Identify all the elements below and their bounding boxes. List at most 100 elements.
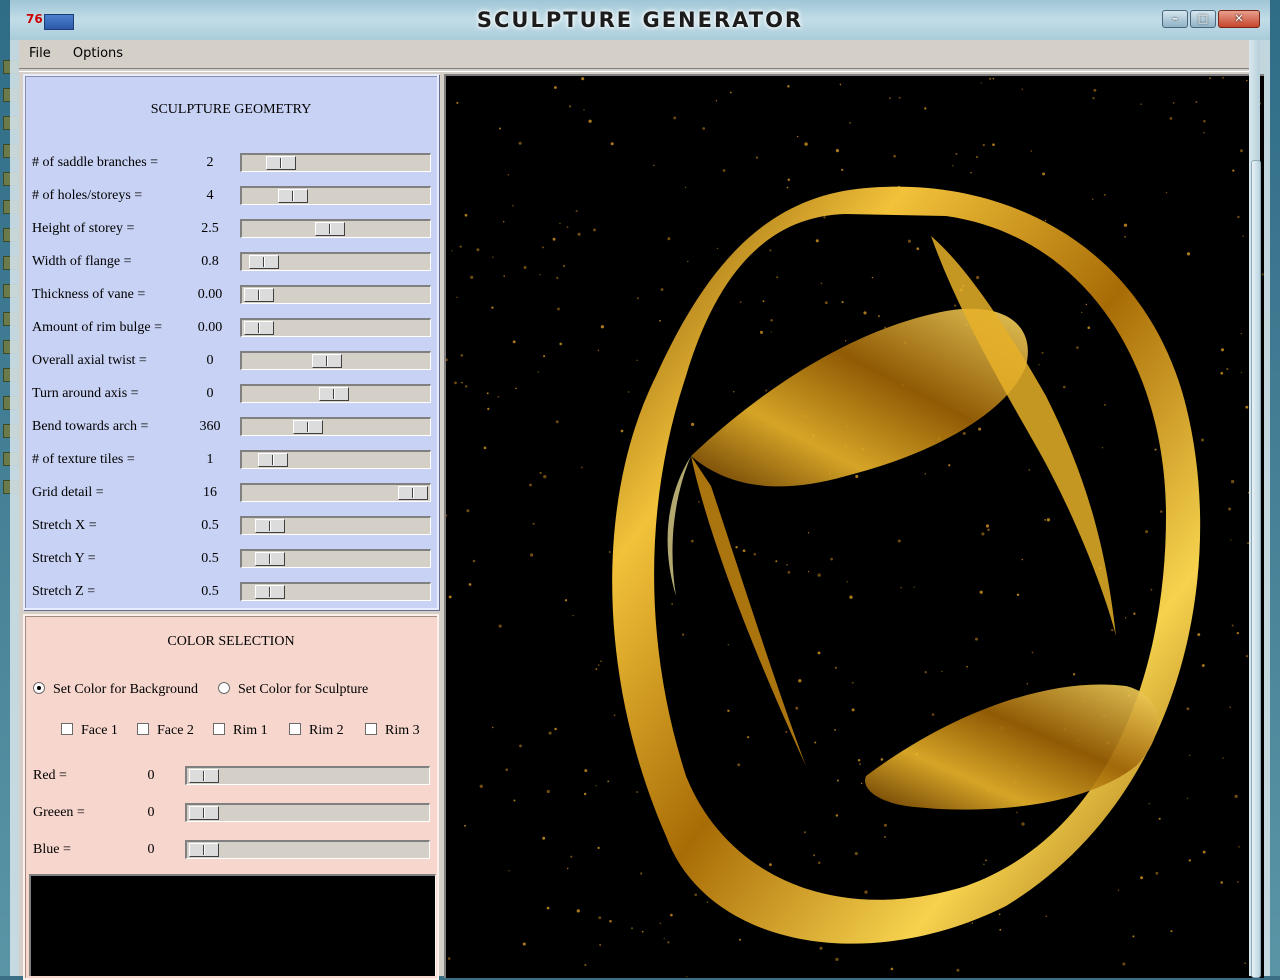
star: [600, 325, 605, 329]
slider-track[interactable]: [240, 285, 431, 304]
slider-thumb[interactable]: [254, 519, 285, 533]
radio-set-color-sculpture[interactable]: Set Color for Sculpture: [218, 682, 368, 698]
star: [698, 501, 700, 503]
star: [841, 168, 844, 172]
star: [742, 549, 746, 553]
slider-track[interactable]: [240, 417, 431, 436]
star: [981, 532, 985, 536]
radio-button-selected[interactable]: [33, 682, 45, 694]
star: [557, 307, 560, 311]
star: [487, 407, 490, 411]
star: [1021, 558, 1024, 561]
slider-thumb[interactable]: [254, 585, 285, 599]
sculpture-render-canvas[interactable]: [444, 74, 1264, 978]
slider-track[interactable]: [240, 450, 431, 469]
star: [1238, 846, 1240, 848]
star: [636, 791, 638, 793]
checkbox-box[interactable]: [213, 723, 225, 735]
star: [515, 387, 517, 390]
star: [857, 758, 861, 762]
client-area: File Options SCULPTURE GEOMETRY # of sad…: [19, 40, 1264, 980]
slider-track[interactable]: [240, 186, 431, 205]
checkbox-box[interactable]: [61, 723, 73, 735]
maximize-button[interactable]: □: [1190, 10, 1216, 28]
star: [523, 266, 527, 269]
channel-slider-thumb[interactable]: [189, 843, 219, 857]
close-button[interactable]: ✕: [1218, 10, 1260, 28]
window-controls: – □ ✕: [1160, 10, 1260, 28]
slider-track[interactable]: [240, 582, 431, 601]
star: [985, 859, 987, 862]
channel-slider-thumb[interactable]: [189, 806, 219, 820]
slider-thumb[interactable]: [311, 354, 342, 368]
checkbox-box[interactable]: [365, 723, 377, 735]
slider-track[interactable]: [240, 219, 431, 238]
star: [1200, 438, 1205, 442]
slider-thumb[interactable]: [314, 222, 345, 236]
star: [543, 475, 547, 479]
star: [975, 155, 979, 159]
star: [498, 624, 502, 628]
checkbox-box[interactable]: [289, 723, 301, 735]
star: [854, 852, 858, 856]
star: [722, 169, 726, 172]
star: [595, 785, 597, 787]
star: [597, 664, 600, 666]
minimize-button[interactable]: –: [1162, 10, 1188, 28]
checkbox-rim-1[interactable]: Rim 1: [213, 723, 268, 739]
checkbox-box[interactable]: [137, 723, 149, 735]
channel-slider-track[interactable]: [185, 840, 430, 859]
slider-track[interactable]: [240, 549, 431, 568]
slider-label: Overall axial twist =: [32, 353, 147, 368]
menu-file[interactable]: File: [19, 40, 59, 61]
radio-button[interactable]: [218, 682, 230, 694]
slider-thumb[interactable]: [244, 288, 274, 302]
slider-thumb[interactable]: [277, 189, 308, 203]
menu-options[interactable]: Options: [63, 40, 131, 61]
slider-thumb[interactable]: [254, 552, 285, 566]
star: [1188, 754, 1191, 757]
star: [747, 736, 750, 739]
slider-track[interactable]: [240, 153, 431, 172]
scrollbar-thumb[interactable]: [1251, 160, 1261, 978]
title-bar[interactable]: 76 SCULPTURE GENERATOR – □ ✕: [10, 0, 1270, 40]
slider-track[interactable]: [240, 384, 431, 403]
slider-thumb[interactable]: [265, 156, 296, 170]
star: [505, 768, 509, 772]
slider-track[interactable]: [240, 483, 431, 502]
slider-thumb[interactable]: [293, 420, 324, 434]
star: [1154, 448, 1157, 451]
slider-thumb[interactable]: [248, 255, 279, 269]
channel-slider-track[interactable]: [185, 803, 430, 822]
slider-label: Turn around axis =: [32, 386, 139, 401]
slider-thumb[interactable]: [244, 321, 274, 335]
star: [454, 381, 457, 385]
star: [952, 165, 954, 167]
star: [448, 595, 452, 599]
star: [548, 731, 552, 735]
slider-track[interactable]: [240, 516, 431, 535]
checkbox-face-2[interactable]: Face 2: [137, 723, 194, 739]
slider-thumb[interactable]: [319, 387, 350, 401]
star: [871, 276, 874, 279]
slider-track[interactable]: [240, 252, 431, 271]
slider-track[interactable]: [240, 351, 431, 370]
star: [762, 300, 765, 303]
star: [998, 913, 1001, 916]
checkbox-face-1[interactable]: Face 1: [61, 723, 118, 739]
star: [1042, 172, 1046, 176]
sculpture-geometry-panel: SCULPTURE GEOMETRY # of saddle branches …: [23, 74, 439, 610]
channel-slider-track[interactable]: [185, 766, 430, 785]
checkbox-rim-3[interactable]: Rim 3: [365, 723, 420, 739]
star: [954, 304, 957, 307]
radio-set-color-background[interactable]: Set Color for Background: [33, 682, 198, 698]
slider-thumb[interactable]: [257, 453, 288, 467]
checkbox-rim-2[interactable]: Rim 2: [289, 723, 344, 739]
star: [851, 708, 855, 712]
slider-thumb[interactable]: [398, 486, 428, 500]
slider-track[interactable]: [240, 318, 431, 337]
channel-slider-thumb[interactable]: [189, 769, 219, 783]
star: [1203, 119, 1206, 123]
color-channel-row: Greeen = 0: [33, 803, 433, 827]
star: [456, 296, 458, 299]
